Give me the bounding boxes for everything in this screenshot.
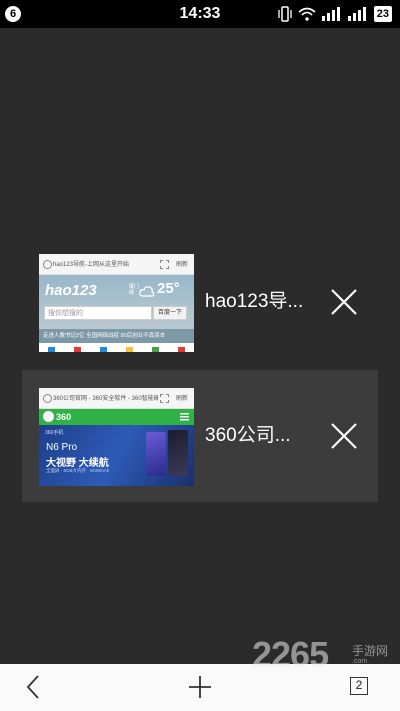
site-icon: [100, 347, 108, 352]
phone-spec: 全面屏 · 8GB大内存 · 5030mAh: [46, 468, 110, 473]
phone-image: [146, 432, 166, 476]
360-logo: 360: [43, 411, 71, 422]
thumbnail-news-strip: 走进人教书记2亿 全国网络战疫 80后创业不靠资本: [39, 329, 194, 343]
scan-icon: [160, 260, 169, 269]
thumbnail-refresh: 刷新: [176, 262, 189, 268]
menu-icon: [180, 413, 189, 421]
tab-title[interactable]: 360公司...: [205, 370, 291, 502]
360-phone-badge: 360手机: [45, 430, 64, 436]
hao123-logo: hao123: [45, 282, 97, 299]
close-tab-button[interactable]: [328, 286, 360, 318]
phone-image: [168, 430, 188, 476]
scan-icon: [160, 394, 169, 403]
360-logo-text: 360: [56, 411, 72, 422]
site-icon: [48, 347, 56, 352]
site-icon: [74, 347, 82, 352]
weather-label: 晴: [129, 290, 135, 296]
battery-level: 23: [373, 6, 392, 22]
chevron-left-icon: [26, 675, 39, 699]
status-icons: 23: [278, 5, 392, 23]
close-tab-button[interactable]: [328, 420, 360, 452]
tab-thumbnail[interactable]: 360公司官网 - 360安全软件 - 360智能硬件 刷新 360 360手机…: [39, 388, 194, 486]
thumbnail-search-button: 百度一下: [153, 306, 187, 320]
phone-model: N6 Pro: [46, 442, 78, 453]
weather-city: 厦门晴: [129, 284, 139, 296]
tab-count-button[interactable]: 2: [350, 677, 368, 695]
thumbnail-hero: hao123 厦门晴 25° 搜你想搜的 百度一下: [39, 275, 194, 329]
back-button[interactable]: [22, 674, 46, 700]
thumbnail-hero: 360手机 N6 Pro 大视野 大续航 全面屏 · 8GB大内存 · 5030…: [39, 425, 194, 486]
watermark-suffix: 手游网: [352, 644, 389, 658]
thumbnail-site-icons: [39, 343, 194, 352]
tab-thumbnail[interactable]: hao123导航-上网从这里开始 刷新 hao123 厦门晴 25° 搜你想搜的…: [39, 254, 194, 352]
tab-card-360[interactable]: 360公司官网 - 360安全软件 - 360智能硬件 刷新 360 360手机…: [22, 370, 378, 502]
thumbnail-address-bar: hao123导航-上网从这里开始 刷新: [39, 254, 194, 275]
thumbnail-360-header: 360: [39, 409, 194, 425]
thumbnail-url: hao123导航-上网从这里开始: [53, 262, 130, 268]
thumbnail-refresh: 刷新: [176, 396, 189, 402]
plus-icon: [189, 676, 211, 698]
signal-icon: [347, 7, 368, 21]
cloud-icon: [139, 285, 155, 303]
watermark-logo: 2265 手游网 .com: [252, 634, 398, 678]
close-icon: [331, 423, 357, 449]
vibrate-icon: [278, 6, 292, 22]
signal-icon: [321, 7, 342, 21]
thumbnail-search-input: 搜你想搜的: [44, 306, 152, 320]
new-tab-button[interactable]: [188, 675, 212, 699]
globe-icon: [43, 260, 52, 269]
tab-title[interactable]: hao123导...: [205, 236, 303, 368]
weather-temperature: 25°: [157, 280, 180, 297]
tab-card-hao123[interactable]: hao123导航-上网从这里开始 刷新 hao123 厦门晴 25° 搜你想搜的…: [22, 236, 378, 368]
globe-icon: [43, 394, 52, 403]
site-icon: [177, 347, 185, 352]
close-icon: [331, 289, 357, 315]
watermark-url: .com: [352, 658, 368, 665]
thumbnail-url: 360公司官网 - 360安全软件 - 360智能硬件: [53, 396, 158, 402]
site-icon: [125, 347, 133, 352]
status-bar: 6 14:33 23: [0, 0, 400, 28]
watermark-brand: 2265: [252, 634, 329, 675]
phone-slogan: 大视野 大续航: [46, 458, 109, 469]
site-icon: [151, 347, 159, 352]
thumbnail-address-bar: 360公司官网 - 360安全软件 - 360智能硬件 刷新: [39, 388, 194, 409]
wifi-icon: [298, 7, 316, 21]
